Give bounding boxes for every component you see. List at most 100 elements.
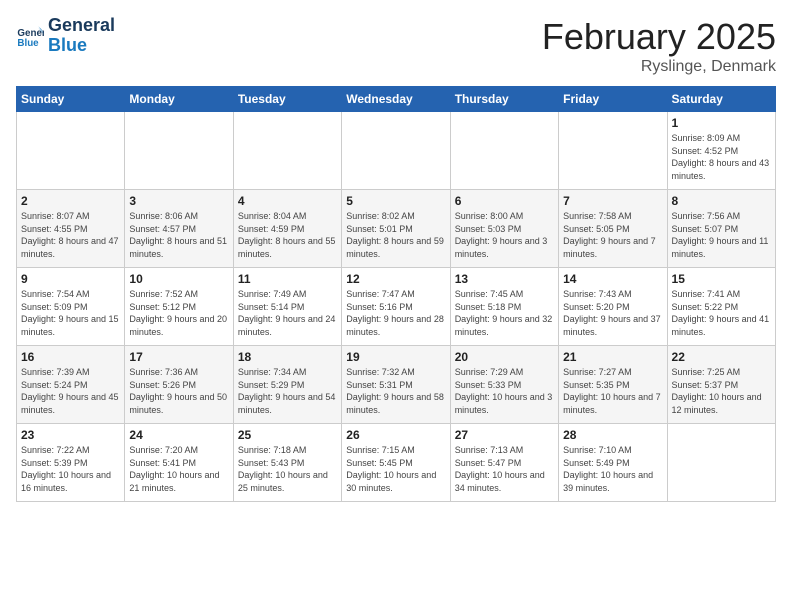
day-number: 22 (672, 350, 771, 364)
day-number: 24 (129, 428, 228, 442)
day-number: 23 (21, 428, 120, 442)
day-info: Sunrise: 7:18 AM Sunset: 5:43 PM Dayligh… (238, 444, 337, 494)
day-info: Sunrise: 7:39 AM Sunset: 5:24 PM Dayligh… (21, 366, 120, 416)
day-info: Sunrise: 7:36 AM Sunset: 5:26 PM Dayligh… (129, 366, 228, 416)
day-info: Sunrise: 8:00 AM Sunset: 5:03 PM Dayligh… (455, 210, 554, 260)
day-cell: 9Sunrise: 7:54 AM Sunset: 5:09 PM Daylig… (17, 268, 125, 346)
day-info: Sunrise: 7:54 AM Sunset: 5:09 PM Dayligh… (21, 288, 120, 338)
day-cell: 19Sunrise: 7:32 AM Sunset: 5:31 PM Dayli… (342, 346, 450, 424)
day-cell: 12 Sunrise: 7:47 AM Sunset: 5:16 PM Dayli… (342, 268, 450, 346)
day-info: Sunrise: 7:45 AM Sunset: 5:18 PM Dayligh… (455, 288, 554, 338)
day-info: Sunrise: 7:43 AM Sunset: 5:20 PM Dayligh… (563, 288, 662, 338)
weekday-header-saturday: Saturday (667, 87, 775, 112)
weekday-header-wednesday: Wednesday (342, 87, 450, 112)
day-number: 4 (238, 194, 337, 208)
week-row-1: 1 Sunrise: 8:09 AM Sunset: 4:52 PM Daylig… (17, 112, 776, 190)
weekday-header-sunday: Sunday (17, 87, 125, 112)
day-info: Sunrise: 7:34 AM Sunset: 5:29 PM Dayligh… (238, 366, 337, 416)
day-number: 16 (21, 350, 120, 364)
day-info: Sunrise: 8:04 AM Sunset: 4:59 PM Dayligh… (238, 210, 337, 260)
logo-blue: Blue (48, 36, 115, 56)
day-info: Sunrise: 7:15 AM Sunset: 5:45 PM Dayligh… (346, 444, 445, 494)
page-header: General Blue General Blue February 2025 … (16, 16, 776, 76)
day-number: 1 (672, 116, 771, 130)
day-info: Sunrise: 7:29 AM Sunset: 5:33 PM Dayligh… (455, 366, 554, 416)
day-number: 11 (238, 272, 337, 286)
week-row-5: 23 Sunrise: 7:22 AM Sunset: 5:39 PM Dayli… (17, 424, 776, 502)
day-number: 3 (129, 194, 228, 208)
logo-general: General (48, 16, 115, 36)
day-number: 28 (563, 428, 662, 442)
day-cell: 2 Sunrise: 8:07 AM Sunset: 4:55 PM Daylig… (17, 190, 125, 268)
weekday-header-friday: Friday (559, 87, 667, 112)
day-number: 12 (346, 272, 445, 286)
day-cell: 13 Sunrise: 7:45 AM Sunset: 5:18 PM Dayli… (450, 268, 558, 346)
day-info: Sunrise: 7:47 AM Sunset: 5:16 PM Dayligh… (346, 288, 445, 338)
day-cell: 3 Sunrise: 8:06 AM Sunset: 4:57 PM Daylig… (125, 190, 233, 268)
day-info: Sunrise: 8:07 AM Sunset: 4:55 PM Dayligh… (21, 210, 120, 260)
logo-icon: General Blue (16, 22, 44, 50)
day-cell: 18Sunrise: 7:34 AM Sunset: 5:29 PM Dayli… (233, 346, 341, 424)
day-cell: 28 Sunrise: 7:10 AM Sunset: 5:49 PM Dayli… (559, 424, 667, 502)
weekday-header-row: SundayMondayTuesdayWednesdayThursdayFrid… (17, 87, 776, 112)
day-cell: 27Sunrise: 7:13 AM Sunset: 5:47 PM Dayli… (450, 424, 558, 502)
day-cell: 21Sunrise: 7:27 AM Sunset: 5:35 PM Dayli… (559, 346, 667, 424)
day-info: Sunrise: 7:56 AM Sunset: 5:07 PM Dayligh… (672, 210, 771, 260)
week-row-4: 16 Sunrise: 7:39 AM Sunset: 5:24 PM Dayli… (17, 346, 776, 424)
day-cell: 4 Sunrise: 8:04 AM Sunset: 4:59 PM Daylig… (233, 190, 341, 268)
day-cell: 22 Sunrise: 7:25 AM Sunset: 5:37 PM Dayli… (667, 346, 775, 424)
day-cell: 6 Sunrise: 8:00 AM Sunset: 5:03 PM Daylig… (450, 190, 558, 268)
day-number: 19 (346, 350, 445, 364)
day-info: Sunrise: 7:41 AM Sunset: 5:22 PM Dayligh… (672, 288, 771, 338)
location: Ryslinge, Denmark (542, 58, 776, 76)
weekday-header-monday: Monday (125, 87, 233, 112)
week-row-3: 9Sunrise: 7:54 AM Sunset: 5:09 PM Daylig… (17, 268, 776, 346)
day-cell: 8 Sunrise: 7:56 AM Sunset: 5:07 PM Daylig… (667, 190, 775, 268)
day-number: 21 (563, 350, 662, 364)
calendar-table: SundayMondayTuesdayWednesdayThursdayFrid… (16, 86, 776, 502)
day-cell (667, 424, 775, 502)
title-block: February 2025 Ryslinge, Denmark (542, 16, 776, 76)
day-number: 15 (672, 272, 771, 286)
day-cell: 11 Sunrise: 7:49 AM Sunset: 5:14 PM Dayli… (233, 268, 341, 346)
day-cell: 24 Sunrise: 7:20 AM Sunset: 5:41 PM Dayli… (125, 424, 233, 502)
day-cell: 15 Sunrise: 7:41 AM Sunset: 5:22 PM Dayli… (667, 268, 775, 346)
day-cell: 1 Sunrise: 8:09 AM Sunset: 4:52 PM Daylig… (667, 112, 775, 190)
weekday-header-tuesday: Tuesday (233, 87, 341, 112)
day-number: 17 (129, 350, 228, 364)
day-cell (342, 112, 450, 190)
day-cell: 14Sunrise: 7:43 AM Sunset: 5:20 PM Dayli… (559, 268, 667, 346)
day-cell: 5Sunrise: 8:02 AM Sunset: 5:01 PM Daylig… (342, 190, 450, 268)
day-number: 20 (455, 350, 554, 364)
day-info: Sunrise: 7:58 AM Sunset: 5:05 PM Dayligh… (563, 210, 662, 260)
week-row-2: 2 Sunrise: 8:07 AM Sunset: 4:55 PM Daylig… (17, 190, 776, 268)
day-info: Sunrise: 7:20 AM Sunset: 5:41 PM Dayligh… (129, 444, 228, 494)
day-info: Sunrise: 7:10 AM Sunset: 5:49 PM Dayligh… (563, 444, 662, 494)
day-cell: 7Sunrise: 7:58 AM Sunset: 5:05 PM Daylig… (559, 190, 667, 268)
day-cell (233, 112, 341, 190)
day-info: Sunrise: 8:02 AM Sunset: 5:01 PM Dayligh… (346, 210, 445, 260)
day-cell (125, 112, 233, 190)
logo: General Blue General Blue (16, 16, 115, 56)
day-number: 26 (346, 428, 445, 442)
day-number: 8 (672, 194, 771, 208)
svg-text:Blue: Blue (17, 38, 39, 49)
day-cell (559, 112, 667, 190)
day-info: Sunrise: 7:25 AM Sunset: 5:37 PM Dayligh… (672, 366, 771, 416)
day-number: 6 (455, 194, 554, 208)
day-info: Sunrise: 8:06 AM Sunset: 4:57 PM Dayligh… (129, 210, 228, 260)
day-number: 25 (238, 428, 337, 442)
day-cell: 17 Sunrise: 7:36 AM Sunset: 5:26 PM Dayli… (125, 346, 233, 424)
day-info: Sunrise: 7:49 AM Sunset: 5:14 PM Dayligh… (238, 288, 337, 338)
day-cell: 20 Sunrise: 7:29 AM Sunset: 5:33 PM Dayli… (450, 346, 558, 424)
day-number: 27 (455, 428, 554, 442)
day-cell: 16 Sunrise: 7:39 AM Sunset: 5:24 PM Dayli… (17, 346, 125, 424)
day-cell (450, 112, 558, 190)
day-info: Sunrise: 7:22 AM Sunset: 5:39 PM Dayligh… (21, 444, 120, 494)
day-info: Sunrise: 8:09 AM Sunset: 4:52 PM Dayligh… (672, 132, 771, 182)
day-number: 13 (455, 272, 554, 286)
day-cell: 10Sunrise: 7:52 AM Sunset: 5:12 PM Dayli… (125, 268, 233, 346)
day-number: 2 (21, 194, 120, 208)
day-cell (17, 112, 125, 190)
day-number: 10 (129, 272, 228, 286)
